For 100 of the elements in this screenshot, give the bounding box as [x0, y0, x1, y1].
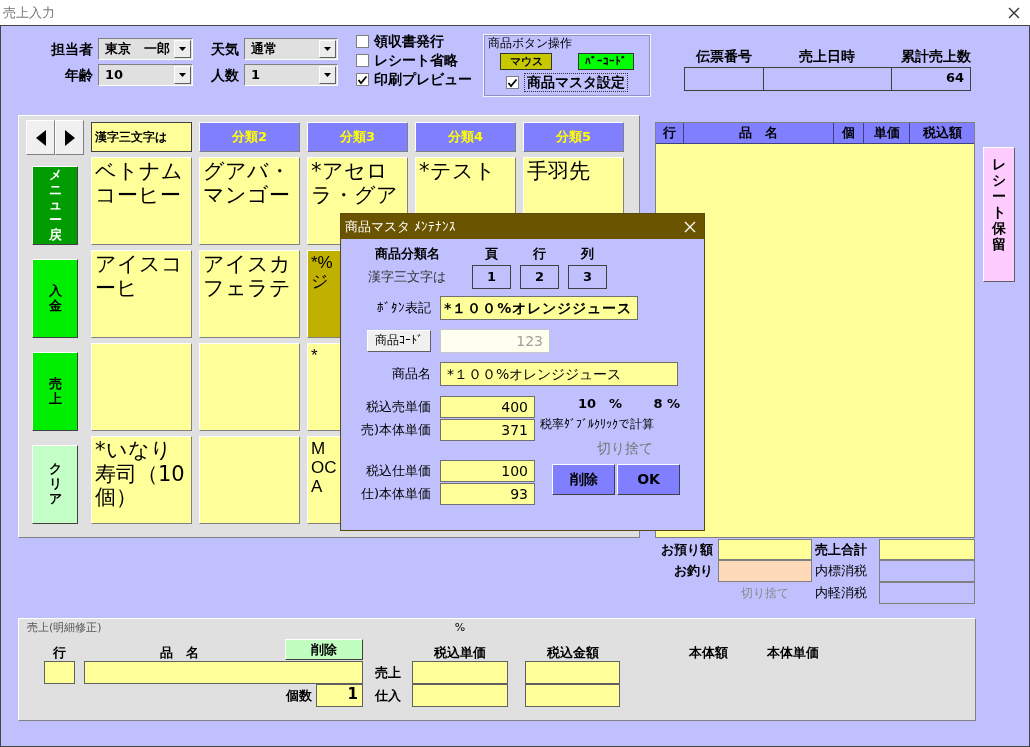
checkbox[interactable]	[356, 35, 369, 48]
checkbox-label[interactable]: レシート省略	[374, 52, 458, 69]
next-button[interactable]	[55, 120, 84, 155]
column-header: 伝票番号	[694, 48, 753, 66]
dropdown-field[interactable]: 1	[244, 64, 338, 86]
field-label: 担当者	[50, 40, 93, 58]
mode-button[interactable]: ﾊﾞｰｺｰﾄﾞ	[578, 53, 634, 71]
price-field[interactable]: 371	[440, 418, 535, 441]
position-field: 2	[520, 264, 559, 289]
column-header: 品 名	[684, 123, 834, 143]
item-name-field[interactable]	[84, 661, 363, 684]
field-label: 年齢	[64, 66, 93, 84]
delete-button[interactable]: 削除	[552, 464, 615, 496]
product-button[interactable]	[199, 436, 300, 524]
dropdown-field[interactable]: 通常	[244, 38, 338, 60]
column-header: 売上日時	[798, 48, 856, 66]
category-name: 漢字三文字は	[367, 268, 447, 285]
tax-rate-label[interactable]: 10 %	[578, 395, 623, 412]
column-header: 頁	[484, 246, 499, 262]
caret-icon	[324, 47, 331, 51]
price-field[interactable]: 100	[440, 459, 535, 482]
column-header: 本体額	[687, 645, 729, 661]
column-header: 税込単価	[433, 645, 487, 661]
checkbox-label[interactable]: 商品マスタ設定	[524, 73, 628, 93]
ok-button[interactable]: OK	[617, 464, 680, 496]
price-field[interactable]: 400	[440, 395, 535, 418]
previous-button[interactable]	[26, 120, 55, 155]
field-label: 商品分類名	[373, 246, 441, 262]
delete-button[interactable]: 削除	[285, 639, 363, 660]
caret-icon	[324, 73, 331, 77]
amount-field[interactable]	[525, 661, 620, 684]
position-field: 1	[472, 264, 511, 289]
mode-button[interactable]: マウス	[500, 53, 552, 71]
code-button[interactable]: 商品ｺｰﾄﾞ	[367, 329, 431, 352]
unit-price-field[interactable]	[412, 661, 508, 684]
right-triangle-icon	[64, 129, 75, 146]
product-button[interactable]: *いなり寿司（10個）	[91, 436, 192, 524]
column-header: 行	[656, 123, 684, 143]
checkbox[interactable]	[506, 76, 519, 90]
rounding-label: 切り捨て	[596, 439, 654, 457]
column-header: 行	[532, 246, 547, 262]
item-name-field[interactable]: *１００%オレンジジュース	[440, 361, 678, 386]
field-label: 内標消税	[814, 563, 868, 579]
checkbox-label[interactable]: 領収書発行	[374, 33, 444, 50]
field-label: 内軽消税	[814, 585, 868, 601]
column-header: 単価	[864, 123, 910, 143]
quantity-field[interactable]: 1	[316, 684, 363, 707]
hold-receipt-button[interactable]: レシート保留	[983, 147, 1015, 282]
product-button[interactable]: アイスカフェラテ	[199, 250, 300, 338]
field-label: お釣り	[673, 563, 714, 579]
side-button[interactable]: クリア	[32, 445, 78, 524]
field-label: 仕入	[373, 687, 402, 704]
close-icon[interactable]	[1008, 6, 1020, 19]
checkbox[interactable]	[356, 73, 369, 86]
column-header: 列	[580, 246, 595, 262]
tax-rate-label[interactable]: 8 %	[653, 395, 680, 412]
rounding-label: 切り捨て	[740, 585, 790, 601]
product-button[interactable]: アイスコーヒ	[91, 250, 192, 338]
field-label: 税込売単価	[365, 398, 431, 415]
caret-icon	[179, 73, 186, 77]
dropdown-field[interactable]: 10	[98, 64, 193, 86]
field-label: お預り額	[660, 541, 714, 558]
field-label: 税込仕単価	[365, 462, 431, 479]
panel-title: 売上(明細修正)	[26, 621, 103, 636]
dropdown-field[interactable]: 東京 一郎	[98, 38, 193, 60]
product-button[interactable]: ベトナムコーヒー	[91, 157, 192, 245]
hint-text: 税率ﾀﾞﾌﾞﾙｸﾘｯｸで計算	[540, 417, 655, 432]
percent-label: %	[453, 621, 467, 636]
side-button[interactable]: 売上	[32, 352, 78, 431]
field-label: 売)本体単価	[359, 421, 431, 438]
checkbox-label[interactable]: 印刷プレビュー	[374, 71, 472, 88]
window-title: 売上入力	[3, 4, 55, 21]
field-label: 売上	[373, 664, 402, 681]
column-header: 本体単価	[766, 645, 820, 661]
left-triangle-icon	[35, 129, 46, 146]
field-label: 個数	[284, 687, 313, 704]
deposit-field[interactable]	[718, 539, 812, 560]
button-text-field[interactable]: *１００%オレンジジュース	[440, 295, 638, 320]
field-label: 仕)本体単価	[359, 485, 431, 502]
amount-field[interactable]	[525, 684, 620, 707]
column-header: 税込額	[921, 124, 963, 142]
field-label: 天気	[210, 40, 239, 58]
product-button[interactable]	[91, 343, 192, 431]
side-button[interactable]: 入金	[32, 259, 78, 338]
price-field[interactable]: 93	[440, 482, 535, 505]
side-button[interactable]: メニュー戻	[32, 166, 78, 245]
category-tab[interactable]: 漢字三文字は	[91, 122, 192, 152]
row-field[interactable]	[44, 661, 75, 684]
position-field: 3	[568, 264, 607, 289]
caret-icon	[179, 47, 186, 51]
field-label: ﾎﾞﾀﾝ表記	[376, 299, 431, 316]
field-label: 商品名	[391, 365, 431, 382]
unit-price-field[interactable]	[412, 684, 508, 707]
checkbox[interactable]	[356, 54, 369, 67]
column-header: 累計売上数	[900, 48, 971, 66]
product-button[interactable]	[199, 343, 300, 431]
group-title: 商品ボタン操作	[488, 36, 573, 51]
column-header: 行	[52, 645, 67, 661]
product-button[interactable]: グアバ・マンゴー	[199, 157, 300, 245]
field-label: 人数	[210, 66, 239, 84]
